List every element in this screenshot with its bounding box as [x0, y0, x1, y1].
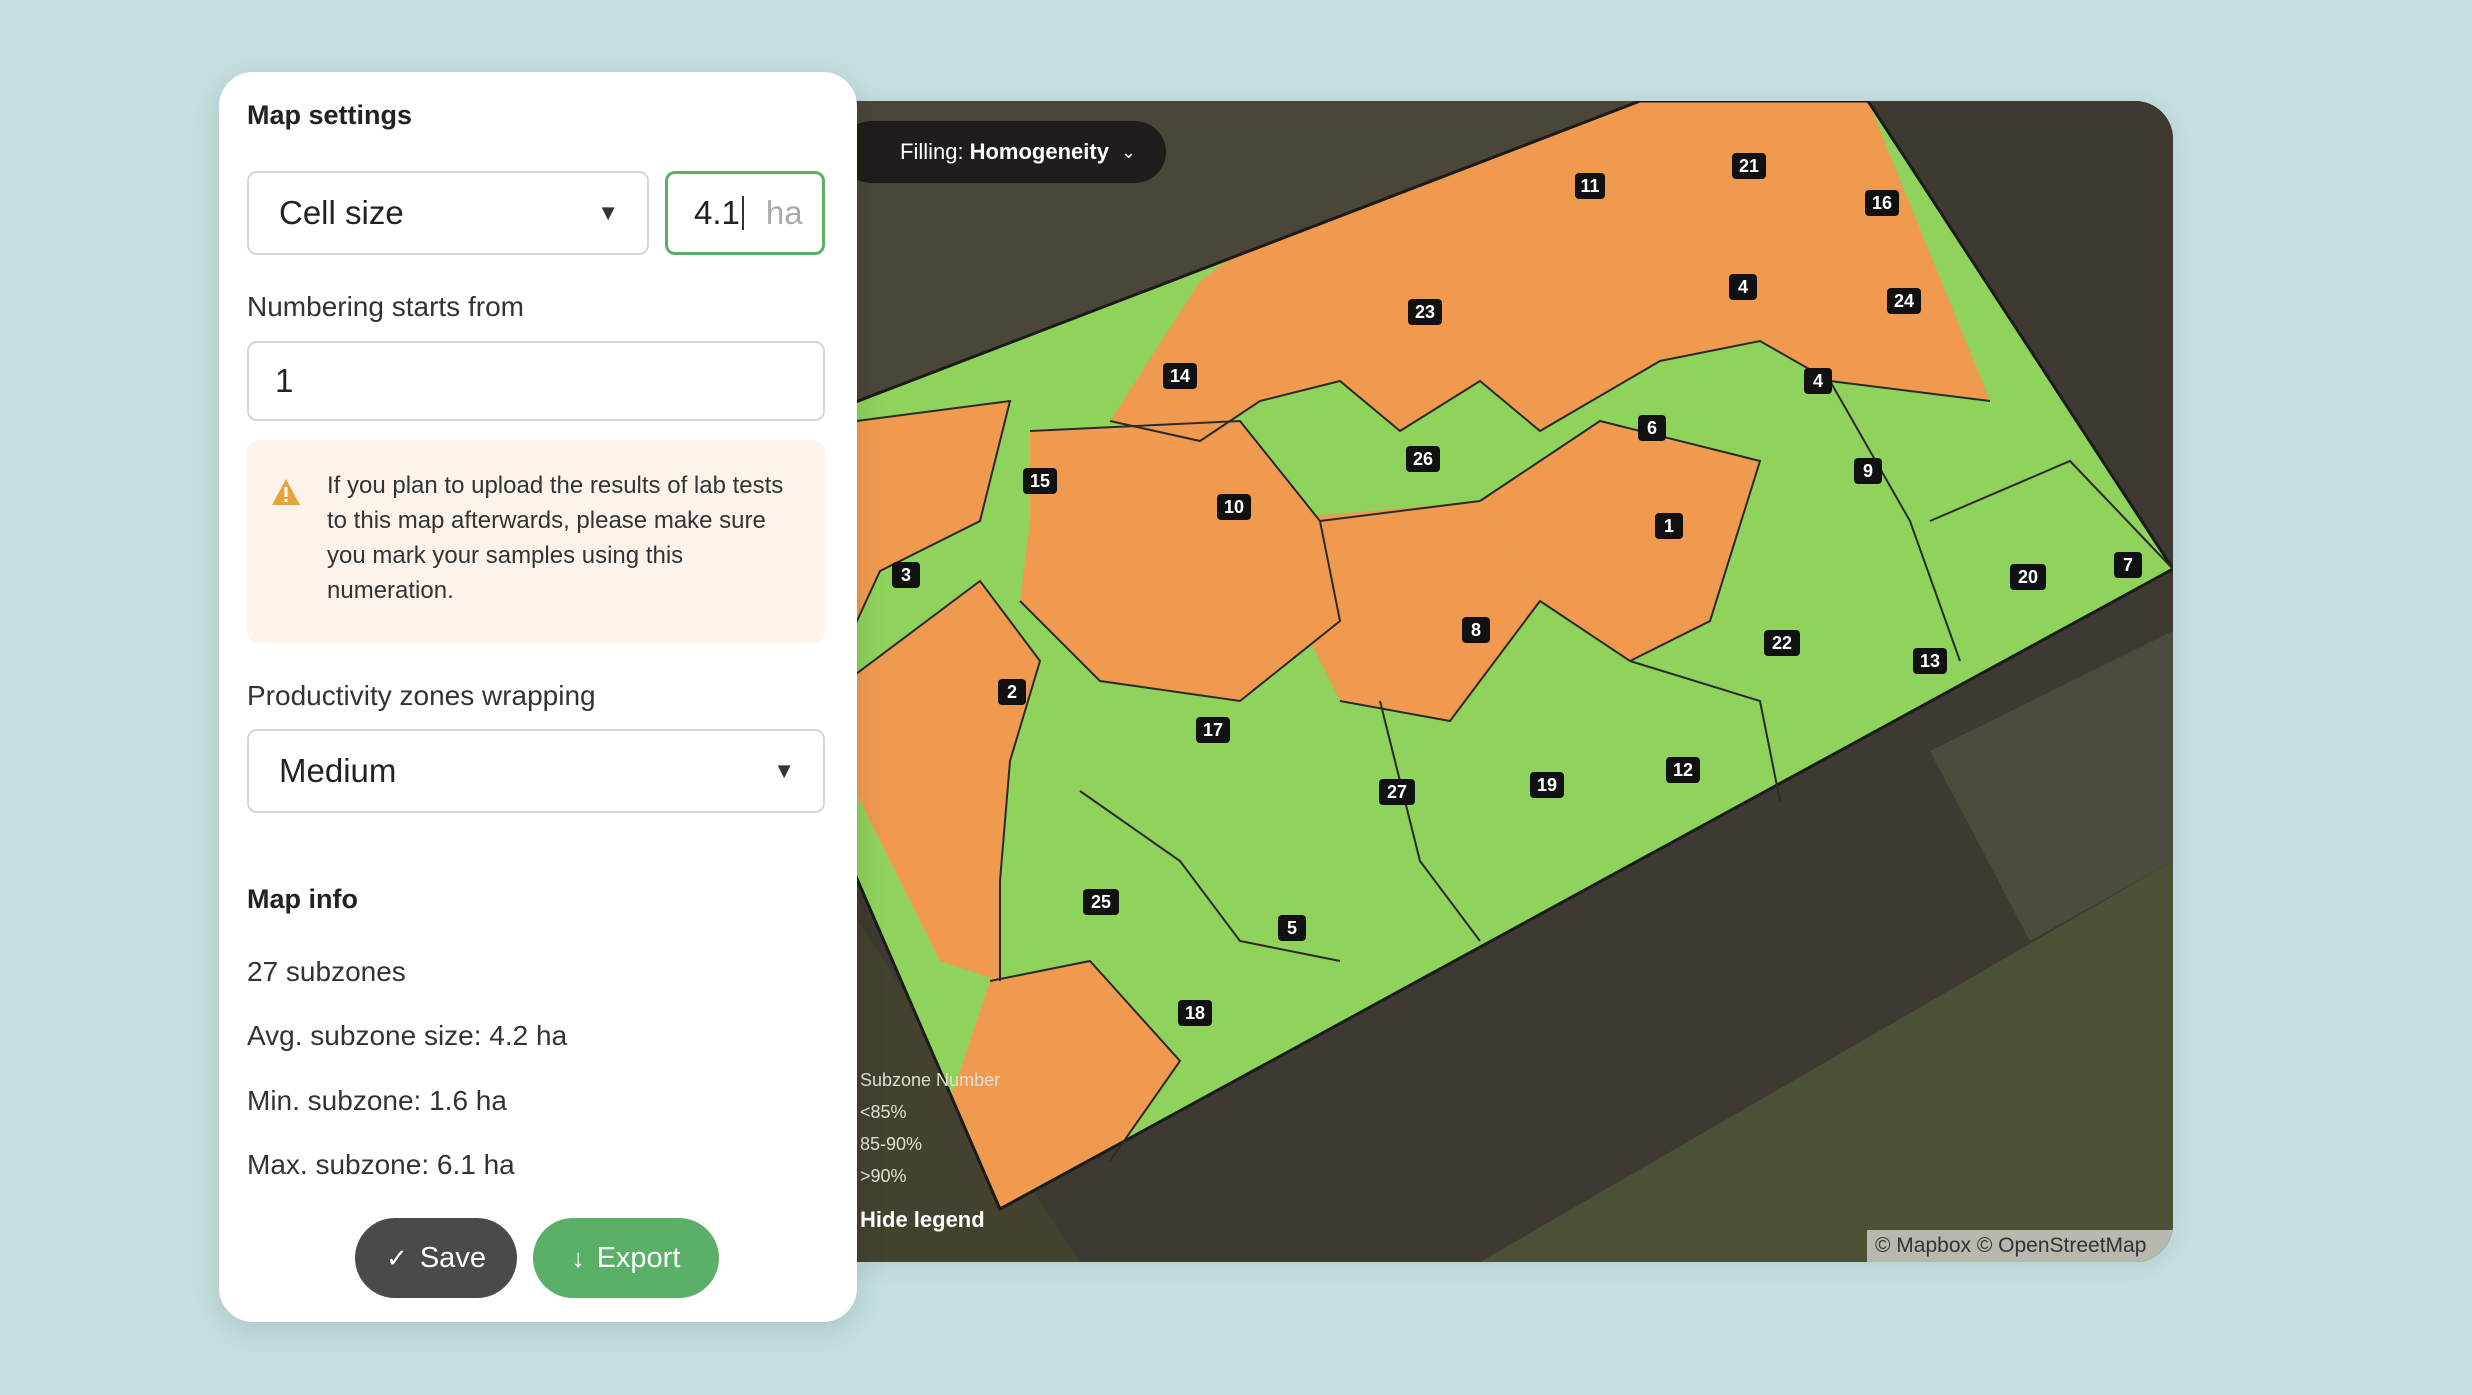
- svg-text:4: 4: [1813, 371, 1823, 391]
- zone-number-label[interactable]: 18: [1178, 1000, 1212, 1026]
- svg-text:5: 5: [1287, 918, 1297, 938]
- zone-number-label[interactable]: 19: [1530, 772, 1564, 798]
- svg-text:14: 14: [1170, 366, 1190, 386]
- map-legend: Subzone Number <85% 85-90% >90% Hide leg…: [860, 1064, 1000, 1236]
- svg-text:18: 18: [1185, 1003, 1205, 1023]
- info-min-size: Min. subzone: 1.6 ha: [247, 1085, 507, 1116]
- map-settings-panel: Map settings Cell size ▼ 4.1 ha Numberin…: [219, 72, 857, 1322]
- wrapping-select-value: Medium: [279, 752, 397, 789]
- legend-item: 85-90%: [860, 1134, 923, 1154]
- filling-prefix: Filling:: [900, 139, 964, 164]
- info-max-size: Max. subzone: 6.1 ha: [247, 1149, 515, 1180]
- save-button-label: Save: [419, 1241, 486, 1274]
- svg-text:9: 9: [1863, 461, 1873, 481]
- export-button[interactable]: ↓ Export: [533, 1218, 719, 1298]
- cell-size-input[interactable]: 4.1 ha: [665, 171, 825, 255]
- svg-text:17: 17: [1203, 720, 1223, 740]
- zone-number-label[interactable]: 4: [1804, 368, 1832, 394]
- warning-icon: [272, 479, 300, 505]
- save-button[interactable]: ✓ Save: [355, 1218, 517, 1298]
- svg-text:12: 12: [1673, 760, 1693, 780]
- legend-item: <85%: [860, 1102, 907, 1122]
- map-info-title: Map info: [247, 884, 358, 914]
- svg-text:6: 6: [1647, 418, 1657, 438]
- zone-number-label[interactable]: 8: [1462, 617, 1490, 643]
- arrow-down-icon: ↓: [571, 1242, 585, 1273]
- cell-size-value: 4.1: [694, 194, 740, 231]
- hide-legend-button[interactable]: Hide legend: [860, 1204, 1000, 1236]
- zone-number-label[interactable]: 6: [1638, 415, 1666, 441]
- zone-number-label[interactable]: 2: [998, 679, 1026, 705]
- svg-text:4: 4: [1738, 277, 1748, 297]
- zone-number-label[interactable]: 15: [1023, 468, 1057, 494]
- export-button-label: Export: [596, 1241, 681, 1274]
- zone-number-label[interactable]: 26: [1406, 446, 1440, 472]
- svg-text:10: 10: [1224, 497, 1244, 517]
- legend-title: Subzone Number: [860, 1070, 1001, 1090]
- filling-value: Homogeneity: [969, 139, 1109, 164]
- zone-number-label[interactable]: 7: [2114, 552, 2142, 578]
- numeration-warning: If you plan to upload the results of lab…: [247, 440, 825, 643]
- svg-text:15: 15: [1030, 471, 1050, 491]
- cell-size-select-value: Cell size: [279, 194, 404, 231]
- zone-number-label[interactable]: 13: [1913, 648, 1947, 674]
- svg-text:23: 23: [1415, 302, 1435, 322]
- svg-text:26: 26: [1413, 449, 1433, 469]
- zone-number-label[interactable]: 12: [1666, 757, 1700, 783]
- info-avg-size: Avg. subzone size: 4.2 ha: [247, 1020, 568, 1051]
- zone-number-label[interactable]: 10: [1217, 494, 1251, 520]
- zone-number-label[interactable]: 3: [892, 562, 920, 588]
- numbering-input[interactable]: 1: [247, 341, 825, 421]
- zone-number-label[interactable]: 1: [1655, 513, 1683, 539]
- svg-text:21: 21: [1739, 156, 1759, 176]
- svg-text:20: 20: [2018, 567, 2038, 587]
- zone-number-label[interactable]: 9: [1854, 458, 1882, 484]
- svg-text:25: 25: [1091, 892, 1111, 912]
- svg-text:27: 27: [1387, 782, 1407, 802]
- check-icon: ✓: [386, 1242, 408, 1273]
- zone-number-label[interactable]: 17: [1196, 717, 1230, 743]
- svg-text:16: 16: [1872, 193, 1892, 213]
- cell-size-select[interactable]: Cell size ▼: [247, 171, 649, 255]
- filling-dropdown[interactable]: Filling: Homogeneity ⌄: [840, 121, 1167, 183]
- zone-number-label[interactable]: 22: [1764, 630, 1800, 656]
- zone-number-label[interactable]: 4: [1729, 274, 1757, 300]
- wrapping-label: Productivity zones wrapping: [247, 680, 596, 711]
- map-attribution[interactable]: © Mapbox © OpenStreetMap: [1867, 1230, 2173, 1262]
- zone-number-label[interactable]: 27: [1379, 779, 1415, 805]
- zone-number-label[interactable]: 16: [1865, 190, 1899, 216]
- zone-number-label[interactable]: 20: [2010, 564, 2046, 590]
- zone-number-label[interactable]: 11: [1575, 173, 1605, 199]
- caret-down-icon: ▼: [597, 200, 619, 225]
- numbering-label: Numbering starts from: [247, 291, 524, 322]
- svg-text:2: 2: [1007, 682, 1017, 702]
- zone-number-label[interactable]: 24: [1887, 288, 1921, 314]
- chevron-down-icon: ⌄: [1120, 141, 1137, 162]
- svg-text:8: 8: [1471, 620, 1481, 640]
- map-view[interactable]: 11 21 16 4 24 23 14 4 6 15 15 10 26 9 3 …: [780, 101, 2173, 1262]
- svg-text:3: 3: [901, 565, 911, 585]
- caret-down-icon: ▼: [773, 758, 795, 783]
- warning-text: If you plan to upload the results of lab…: [327, 472, 784, 604]
- svg-text:13: 13: [1920, 651, 1940, 671]
- zone-number-label[interactable]: 21: [1732, 153, 1766, 179]
- svg-text:7: 7: [2123, 555, 2133, 575]
- svg-text:24: 24: [1894, 291, 1914, 311]
- zone-number-label[interactable]: 23: [1408, 299, 1442, 325]
- wrapping-select[interactable]: Medium ▼: [247, 729, 825, 813]
- svg-text:11: 11: [1580, 176, 1599, 196]
- panel-title: Map settings: [247, 100, 413, 130]
- zone-number-label[interactable]: 5: [1278, 915, 1306, 941]
- svg-text:1: 1: [1664, 516, 1674, 536]
- numbering-value: 1: [275, 362, 294, 399]
- info-subzones: 27 subzones: [247, 956, 406, 987]
- text-cursor: [741, 196, 744, 230]
- zone-number-label[interactable]: 14: [1163, 363, 1197, 389]
- svg-text:19: 19: [1537, 775, 1557, 795]
- zone-number-label[interactable]: 25: [1083, 889, 1119, 915]
- cell-size-unit: ha: [765, 194, 803, 231]
- svg-text:22: 22: [1772, 633, 1792, 653]
- legend-item: >90%: [860, 1166, 907, 1186]
